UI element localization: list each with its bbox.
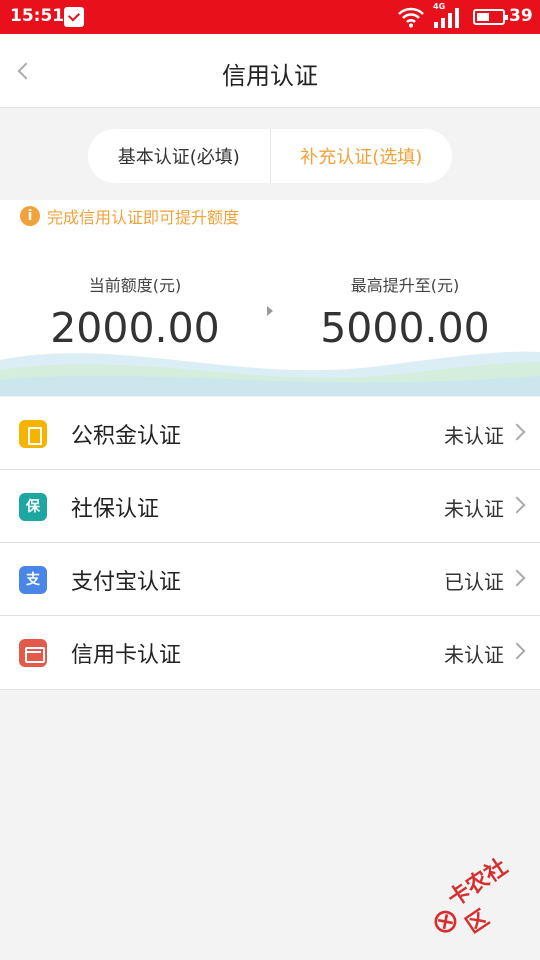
status-bar: 15:51 4G 39 (0, 0, 540, 34)
list-item-alipay[interactable]: 支 支付宝认证 已认证 (0, 543, 540, 616)
list-item-credit-card[interactable]: 信用卡认证 未认证 (0, 616, 540, 689)
list-item-status: 未认证 (444, 497, 504, 521)
status-time: 15:51 (10, 6, 65, 26)
document-icon (19, 420, 47, 448)
list-item-housing-fund[interactable]: 公积金认证 未认证 (0, 397, 540, 470)
credit-hero: i 完成信用认证即可提升额度 当前额度(元) 2000.00 最高提升至(元) … (0, 200, 540, 396)
app-notification-icon (64, 7, 84, 27)
credit-card-icon (19, 639, 47, 667)
battery-icon (473, 9, 508, 25)
tip-text: 完成信用认证即可提升额度 (47, 208, 240, 227)
certification-list: 公积金认证 未认证 保 社保认证 未认证 支 支付宝认证 已认证 信用卡认证 未… (0, 397, 540, 690)
list-item-label: 信用卡认证 (71, 643, 182, 668)
list-item-status: 未认证 (444, 643, 504, 667)
wave-decoration (0, 351, 540, 396)
list-item-label: 支付宝认证 (71, 570, 182, 595)
page-title: 信用认证 (222, 62, 318, 90)
current-credit-label: 当前额度(元) (88, 276, 182, 295)
list-item-status: 已认证 (444, 570, 504, 594)
chevron-right-icon (511, 497, 523, 509)
list-item-social-security[interactable]: 保 社保认证 未认证 (0, 470, 540, 543)
battery-level: 39 (509, 6, 533, 26)
info-icon: i (20, 206, 40, 226)
chevron-right-icon (511, 643, 523, 655)
alipay-icon: 支 (19, 566, 47, 594)
social-security-icon: 保 (19, 493, 47, 521)
tab-basic-auth[interactable]: 基本认证(必填) (88, 129, 271, 183)
list-item-label: 公积金认证 (71, 424, 182, 449)
auth-type-tabs: 基本认证(必填) 补充认证(选填) (88, 129, 452, 183)
watermark: 卡农社区 (418, 843, 540, 954)
signal-icon (434, 8, 459, 28)
list-item-label: 社保认证 (71, 497, 160, 522)
tip-banner: i 完成信用认证即可提升额度 (20, 204, 239, 228)
list-item-status: 未认证 (444, 424, 504, 448)
chevron-right-icon (511, 570, 523, 582)
nav-bar: 信用认证 (0, 34, 540, 108)
wifi-icon (398, 7, 424, 28)
max-credit-label: 最高提升至(元) (350, 276, 460, 295)
tab-supplementary-auth[interactable]: 补充认证(选填) (271, 129, 453, 183)
chevron-right-icon (511, 424, 523, 436)
